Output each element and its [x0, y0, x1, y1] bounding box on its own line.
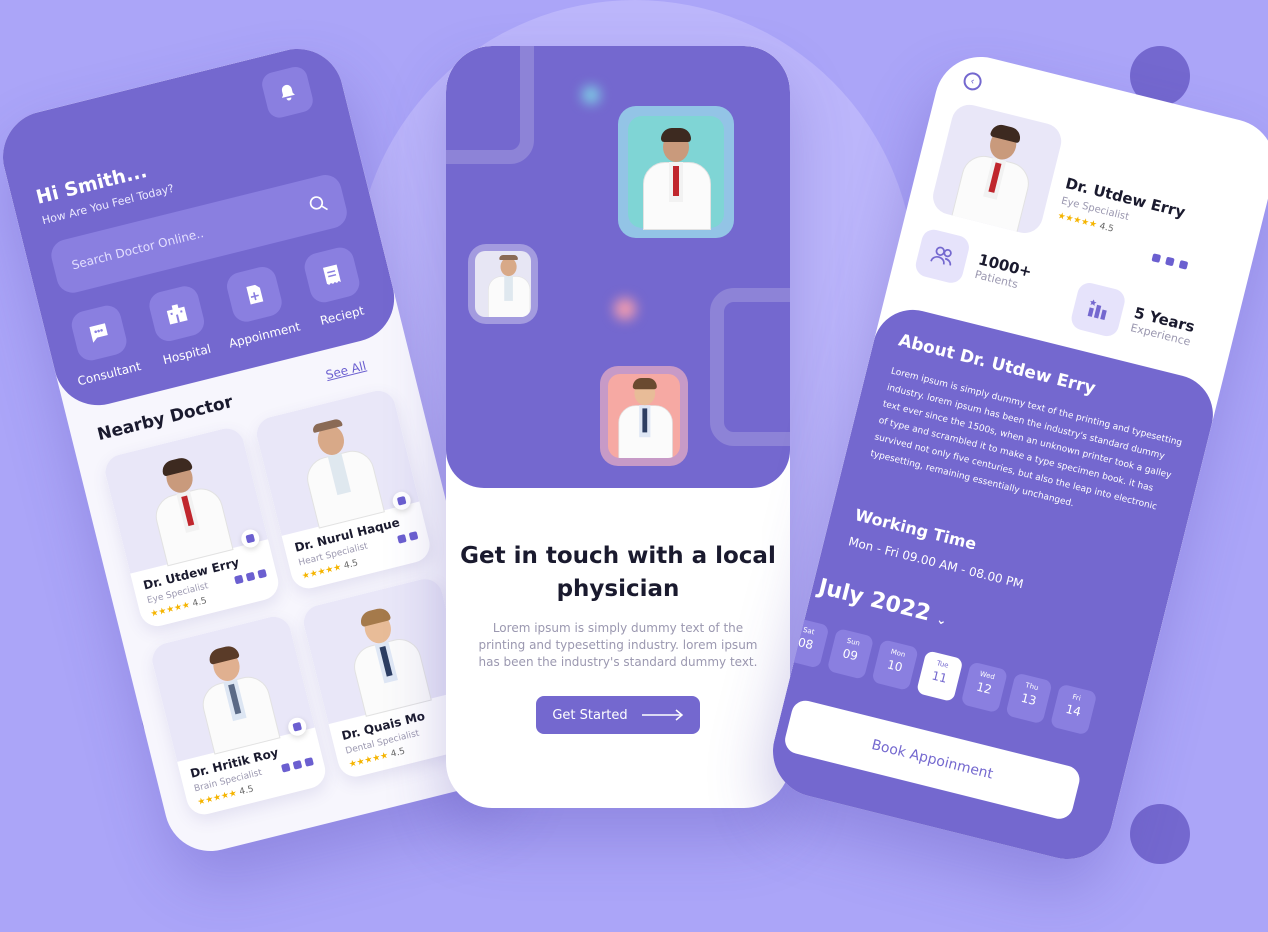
rating-value: 4.5	[1098, 221, 1115, 235]
document-plus-icon	[224, 263, 285, 325]
doctor-photo	[929, 101, 1066, 237]
social-links	[1151, 253, 1189, 270]
get-started-button[interactable]: Get Started	[536, 696, 700, 734]
chart-icon	[1069, 280, 1128, 339]
onboarding-description: Lorem ipsum is simply dummy text of the …	[478, 621, 758, 669]
decor-glow	[614, 298, 636, 320]
receipt-icon	[301, 244, 363, 306]
rating-value: 4.5	[238, 784, 255, 798]
decor-frame	[710, 288, 790, 446]
message-icon[interactable]	[257, 568, 268, 579]
decor-dot	[1130, 804, 1190, 864]
day-number: 11	[930, 668, 949, 686]
facebook-icon[interactable]	[408, 531, 419, 541]
message-icon[interactable]	[304, 757, 314, 767]
doctor-photo-card	[468, 244, 538, 324]
message-icon[interactable]	[1178, 259, 1189, 270]
facebook-icon[interactable]	[245, 571, 256, 582]
instagram-icon[interactable]	[234, 574, 244, 585]
social-links	[397, 531, 419, 544]
instagram-icon[interactable]	[280, 762, 291, 773]
chevron-left-icon: ‹	[969, 75, 976, 88]
title-line: physician	[556, 576, 680, 602]
social-links	[280, 757, 314, 773]
day-of-week: Fri	[1071, 692, 1082, 703]
day-of-week: Sat	[802, 625, 816, 637]
search-icon[interactable]	[306, 192, 330, 216]
doctor-photo-card	[600, 366, 688, 466]
day-number: 09	[841, 646, 860, 664]
title-line: Get in touch with a local	[460, 543, 776, 569]
rating-value: 4.5	[342, 558, 360, 572]
doctor-photo	[148, 613, 315, 762]
back-button[interactable]: ‹	[961, 70, 984, 93]
stat-experience: 5 Years Experience	[1069, 280, 1199, 356]
doctor-photo	[253, 387, 420, 536]
decor-glow	[582, 86, 600, 104]
rating-value: 4.5	[389, 746, 407, 760]
day-of-week: Sun	[845, 636, 861, 648]
onboarding-screen-phone: Get in touch with a local physician Lore…	[446, 46, 790, 808]
day-number: 14	[1064, 701, 1083, 720]
doctor-photo	[299, 575, 467, 725]
day-number: 12	[975, 679, 994, 697]
instagram-icon[interactable]	[397, 534, 407, 544]
arrow-right-icon	[641, 709, 683, 721]
stat-patients: 1000+ Patients	[913, 227, 1036, 301]
onboarding-hero	[446, 46, 790, 488]
day-number: 10	[885, 657, 904, 675]
day-of-week: Thu	[1024, 681, 1040, 693]
hospital-icon	[146, 283, 208, 344]
social-links	[234, 568, 268, 585]
users-icon	[913, 227, 972, 286]
doctor-photo-card	[618, 106, 734, 238]
bell-icon	[281, 84, 295, 101]
doctor-photo	[101, 424, 269, 574]
day-of-week: Tue	[935, 659, 950, 670]
day-number: 13	[1019, 690, 1038, 708]
doctor-card[interactable]: Dr. Nurul Haque Heart Specialist ★★★★★ 4…	[253, 387, 434, 593]
onboarding-title: Get in touch with a local physician	[446, 540, 790, 606]
rating-value: 4.5	[191, 596, 208, 610]
chat-icon	[68, 302, 130, 364]
decor-frame	[446, 46, 534, 164]
see-all-link[interactable]: See All	[324, 359, 367, 383]
instagram-icon[interactable]	[1151, 253, 1162, 263]
facebook-icon[interactable]	[292, 759, 303, 770]
doctor-card[interactable]: Dr. Utdew Erry Eye Specialist ★★★★★ 4.5	[101, 424, 283, 630]
doctor-card[interactable]: Dr. Hritik Roy Brain Specialist ★★★★★ 4.…	[148, 613, 329, 819]
button-label: Get Started	[552, 707, 628, 723]
facebook-icon[interactable]	[1165, 256, 1175, 267]
